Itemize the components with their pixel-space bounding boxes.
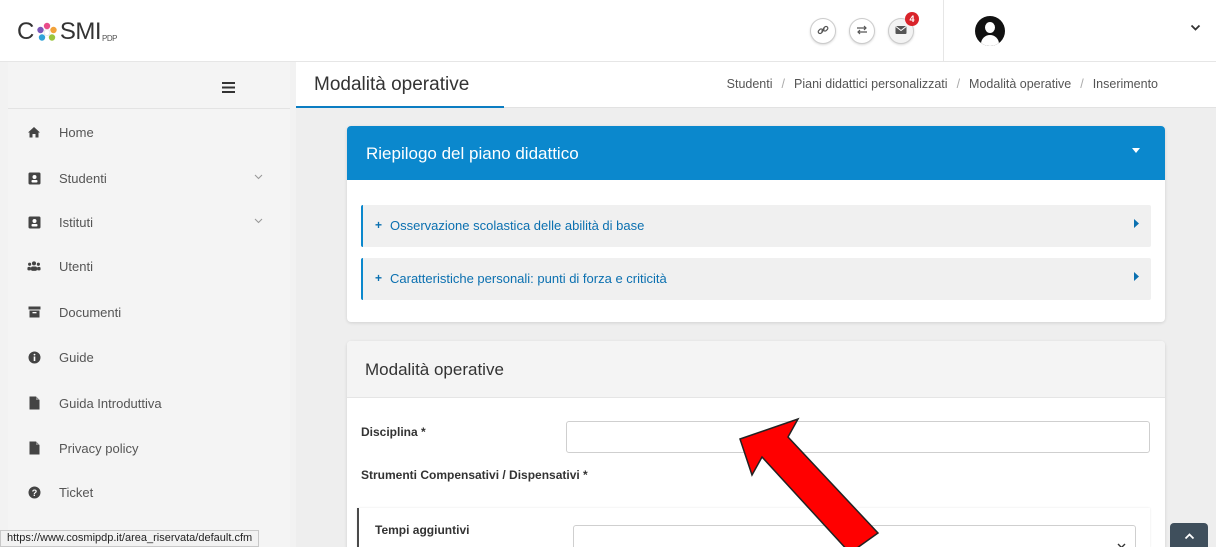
institute-icon bbox=[27, 215, 41, 229]
sidebar-item-label: Home bbox=[59, 124, 94, 140]
messages-button[interactable]: 4 bbox=[888, 12, 919, 44]
caret-down-icon[interactable] bbox=[1132, 145, 1140, 155]
logo-text-right: SMI bbox=[59, 18, 102, 45]
breadcrumb: Studenti / Piani didattici personalizzat… bbox=[727, 77, 1158, 91]
sidebar-item-label: Studenti bbox=[59, 170, 107, 186]
question-icon: ? bbox=[27, 485, 41, 499]
extra-time-label: Tempi aggiuntivi bbox=[375, 523, 470, 537]
chevron-up-icon bbox=[1184, 529, 1195, 543]
home-icon bbox=[27, 125, 41, 139]
status-bar-url: https://www.cosmipdp.it/area_riservata/d… bbox=[0, 530, 260, 547]
logo-suffix: PDP bbox=[102, 34, 117, 43]
sidebar-item-guide[interactable]: Guide bbox=[8, 342, 290, 372]
breadcrumb-item-modalita[interactable]: Modalità operative bbox=[969, 77, 1071, 91]
breadcrumb-item-piani[interactable]: Piani didattici personalizzati bbox=[794, 77, 948, 91]
avatar-head bbox=[985, 22, 995, 33]
summary-card-header[interactable]: Riepilogo del piano didattico bbox=[347, 126, 1165, 180]
tools-subsection: Tempi aggiuntivi bbox=[357, 508, 1150, 547]
discipline-label: Disciplina * bbox=[361, 425, 426, 439]
page-title: Modalità operative bbox=[314, 74, 470, 95]
sidebar-item-label: Ticket bbox=[59, 484, 94, 500]
breadcrumb-item-studenti[interactable]: Studenti bbox=[727, 77, 773, 91]
scroll-to-top-button[interactable] bbox=[1170, 523, 1208, 547]
discipline-input[interactable] bbox=[566, 421, 1150, 453]
plus-icon: + bbox=[375, 218, 383, 232]
sidebar-toggle-hamburger-icon[interactable] bbox=[222, 78, 235, 98]
logo-text-left: C bbox=[17, 18, 34, 45]
sidebar-item-label: Documenti bbox=[59, 304, 122, 320]
envelope-icon bbox=[895, 25, 907, 38]
user-avatar[interactable] bbox=[975, 16, 1005, 46]
sidebar-item-label: Istituti bbox=[59, 214, 93, 230]
student-icon bbox=[27, 171, 41, 185]
info-icon bbox=[27, 350, 41, 364]
users-icon bbox=[27, 259, 41, 273]
sidebar-item-istituti[interactable]: Istituti bbox=[8, 207, 290, 237]
breadcrumb-separator: / bbox=[781, 77, 785, 91]
sidebar-item-label: Privacy policy bbox=[59, 440, 139, 456]
breadcrumb-item-inserimento: Inserimento bbox=[1092, 77, 1158, 91]
sidebar-item-label: Guida Introduttiva bbox=[59, 395, 162, 411]
caret-right-icon bbox=[1134, 219, 1139, 230]
chevron-down-icon bbox=[254, 216, 263, 227]
accordion-item-characteristics[interactable]: + Caratteristiche personali: punti di fo… bbox=[361, 258, 1151, 300]
switch-button[interactable] bbox=[849, 18, 875, 44]
summary-card-title: Riepilogo del piano didattico bbox=[366, 144, 579, 163]
sidebar-item-label: Utenti bbox=[59, 258, 93, 274]
accordion-item-label: Osservazione scolastica delle abilità di… bbox=[390, 218, 645, 233]
caret-right-icon bbox=[1134, 272, 1139, 283]
archive-icon bbox=[27, 305, 41, 319]
file-icon bbox=[27, 441, 41, 455]
user-menu-chevron-icon[interactable] bbox=[1190, 23, 1201, 35]
header-divider bbox=[943, 0, 944, 62]
sidebar-item-guida-introduttiva[interactable]: Guida Introduttiva bbox=[8, 388, 290, 418]
link-icon bbox=[817, 24, 829, 39]
plus-icon: + bbox=[375, 271, 383, 285]
sidebar-item-label: Guide bbox=[59, 349, 94, 365]
sidebar-item-utenti[interactable]: Utenti bbox=[8, 251, 290, 281]
tools-label: Strumenti Compensativi / Dispensativi * bbox=[361, 468, 588, 482]
chevron-down-icon bbox=[254, 172, 263, 183]
content-header: Modalità operative Studenti / Piani dida… bbox=[296, 62, 1216, 109]
sidebar-item-privacy-policy[interactable]: Privacy policy bbox=[8, 433, 290, 463]
cosmi-logo[interactable]: C SMI PDP bbox=[17, 18, 117, 46]
exchange-icon bbox=[856, 24, 868, 39]
form-card-header: Modalità operative bbox=[347, 341, 1165, 398]
sidebar-divider bbox=[8, 108, 290, 109]
summary-card: Riepilogo del piano didattico + Osservaz… bbox=[347, 126, 1165, 322]
chevron-down-icon bbox=[1117, 541, 1126, 547]
sidebar-item-home[interactable]: Home bbox=[8, 117, 290, 147]
top-bar: C SMI PDP 4 bbox=[0, 0, 1216, 62]
accordion-item-label: Caratteristiche personali: punti di forz… bbox=[390, 271, 667, 286]
mail-count-badge: 4 bbox=[905, 12, 919, 26]
extra-time-select[interactable] bbox=[573, 525, 1136, 547]
breadcrumb-separator: / bbox=[956, 77, 961, 91]
accordion-item-observation[interactable]: + Osservazione scolastica delle abilità … bbox=[361, 205, 1151, 247]
sidebar-item-ticket[interactable]: ? Ticket bbox=[8, 477, 290, 507]
form-card-title: Modalità operative bbox=[365, 360, 504, 379]
breadcrumb-separator: / bbox=[1080, 77, 1084, 91]
file-icon bbox=[27, 396, 41, 410]
link-button[interactable] bbox=[810, 18, 836, 44]
svg-text:?: ? bbox=[31, 488, 37, 498]
flower-logo-icon bbox=[35, 21, 59, 45]
avatar-body bbox=[981, 35, 999, 46]
sidebar-item-studenti[interactable]: Studenti bbox=[8, 163, 290, 193]
sidebar-item-documenti[interactable]: Documenti bbox=[8, 297, 290, 327]
